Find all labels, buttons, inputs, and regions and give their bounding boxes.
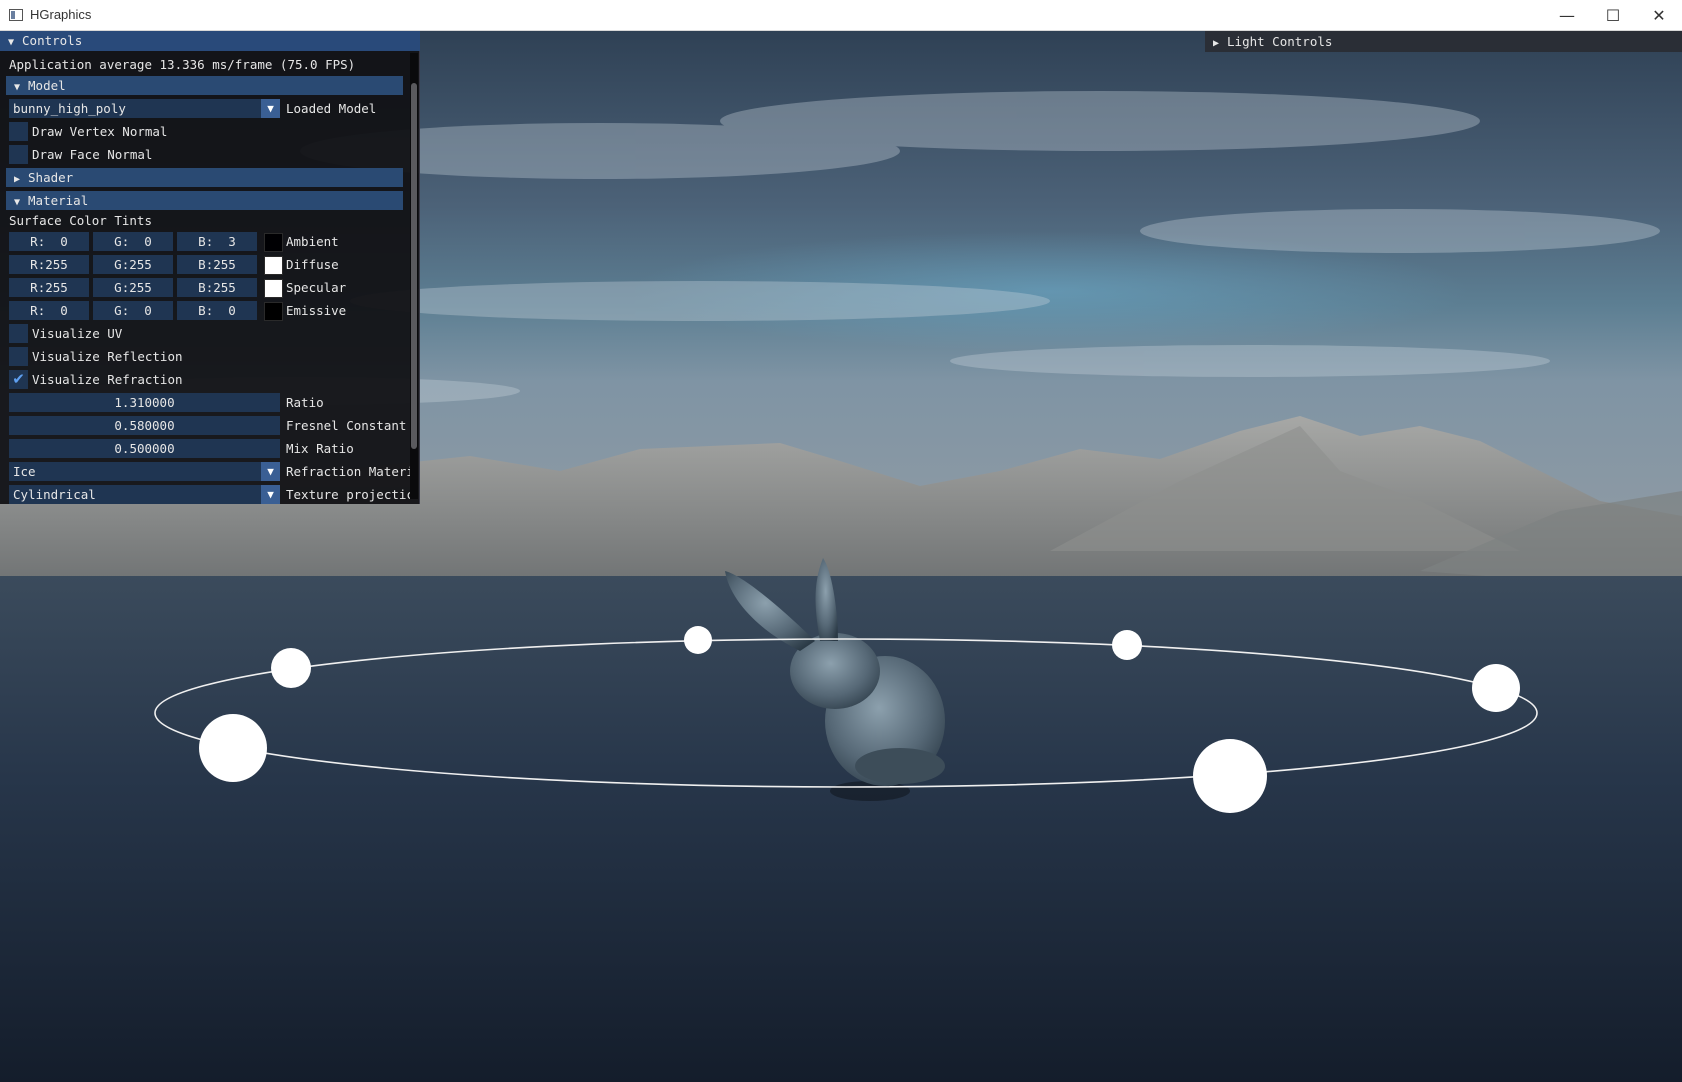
specular-label: Specular xyxy=(286,280,347,295)
collapse-arrow-icon[interactable]: ▼ xyxy=(8,33,14,53)
emissive-g-field[interactable]: G: 0 xyxy=(93,301,173,320)
ambient-b-field[interactable]: B: 3 xyxy=(177,232,257,251)
checkmark-icon: ✔ xyxy=(12,370,25,388)
close-icon[interactable]: ✕ xyxy=(1636,0,1682,30)
material-header-label: Material xyxy=(28,193,89,208)
window-titlebar: HGraphics — ☐ ✕ xyxy=(0,0,1682,31)
light-sphere[interactable] xyxy=(1193,739,1267,813)
specular-swatch[interactable] xyxy=(264,279,283,298)
specular-g-field[interactable]: G:255 xyxy=(93,278,173,297)
light-controls-title: Light Controls xyxy=(1227,34,1333,49)
emissive-r-field[interactable]: R: 0 xyxy=(9,301,89,320)
surface-color-tints-label: Surface Color Tints xyxy=(9,213,152,228)
light-controls-panel[interactable]: ▶ Light Controls xyxy=(1205,31,1682,52)
visualize-refraction-checkbox[interactable]: ✔ xyxy=(9,370,28,389)
expand-arrow-icon: ▶ xyxy=(14,174,21,185)
model-combo-label: Loaded Model xyxy=(286,101,377,116)
material-header[interactable]: ▼ Material xyxy=(6,191,403,210)
light-sphere[interactable] xyxy=(199,714,267,782)
draw-vertex-normal-label: Draw Vertex Normal xyxy=(32,124,168,139)
model-header-label: Model xyxy=(28,78,66,93)
shader-header[interactable]: ▶ Shader xyxy=(6,168,403,187)
diffuse-r-field[interactable]: R:255 xyxy=(9,255,89,274)
ambient-label: Ambient xyxy=(286,234,339,249)
light-sphere[interactable] xyxy=(1472,664,1520,712)
draw-face-normal-checkbox[interactable] xyxy=(9,145,28,164)
draw-face-normal-label: Draw Face Normal xyxy=(32,147,153,162)
expand-arrow-icon: ▼ xyxy=(14,82,21,93)
visualize-reflection-label: Visualize Reflection xyxy=(32,349,183,364)
light-sphere[interactable] xyxy=(1112,630,1142,660)
controls-panel: ▼ Controls Application average 13.336 ms/… xyxy=(0,31,420,504)
minimize-icon[interactable]: — xyxy=(1544,0,1590,30)
emissive-label: Emissive xyxy=(286,303,347,318)
texture-projection-value: Cylindrical xyxy=(13,487,96,502)
ambient-r-field[interactable]: R: 0 xyxy=(9,232,89,251)
dropdown-arrow-icon[interactable]: ▼ xyxy=(261,462,280,481)
model-header[interactable]: ▼ Model xyxy=(6,76,403,95)
visualize-uv-label: Visualize UV xyxy=(32,326,123,341)
controls-scrollbar[interactable] xyxy=(410,53,418,499)
mix-ratio-slider[interactable]: 0.500000 xyxy=(9,439,280,458)
diffuse-swatch[interactable] xyxy=(264,256,283,275)
diffuse-b-field[interactable]: B:255 xyxy=(177,255,257,274)
shader-header-label: Shader xyxy=(28,170,74,185)
ambient-g-field[interactable]: G: 0 xyxy=(93,232,173,251)
light-sphere[interactable] xyxy=(271,648,311,688)
texture-projection-label: Texture projectic xyxy=(286,487,410,502)
visualize-uv-checkbox[interactable] xyxy=(9,324,28,343)
specular-r-field[interactable]: R:255 xyxy=(9,278,89,297)
window-title: HGraphics xyxy=(30,7,92,22)
diffuse-g-field[interactable]: G:255 xyxy=(93,255,173,274)
draw-vertex-normal-checkbox[interactable] xyxy=(9,122,28,141)
fresnel-constant-label: Fresnel Constant xyxy=(286,418,407,433)
model-combo[interactable]: bunny_high_poly ▼ xyxy=(9,99,280,118)
maximize-icon[interactable]: ☐ xyxy=(1590,0,1636,30)
refraction-material-combo[interactable]: Ice ▼ xyxy=(9,462,280,481)
specular-b-field[interactable]: B:255 xyxy=(177,278,257,297)
ratio-slider[interactable]: 1.310000 xyxy=(9,393,280,412)
app-icon xyxy=(9,9,23,21)
expand-arrow-icon: ▼ xyxy=(14,197,21,208)
dropdown-arrow-icon[interactable]: ▼ xyxy=(261,485,280,504)
refraction-material-label: Refraction Materi xyxy=(286,464,410,479)
emissive-b-field[interactable]: B: 0 xyxy=(177,301,257,320)
model-combo-value: bunny_high_poly xyxy=(13,101,126,116)
controls-title-bar[interactable]: ▼ Controls xyxy=(0,31,420,51)
scrollbar-thumb[interactable] xyxy=(411,83,417,449)
expand-arrow-icon[interactable]: ▶ xyxy=(1213,33,1219,54)
controls-title: Controls xyxy=(22,33,83,48)
diffuse-label: Diffuse xyxy=(286,257,339,272)
refraction-material-value: Ice xyxy=(13,464,36,479)
dropdown-arrow-icon[interactable]: ▼ xyxy=(261,99,280,118)
ratio-label: Ratio xyxy=(286,395,324,410)
fps-text: Application average 13.336 ms/frame (75.… xyxy=(9,57,356,72)
texture-projection-combo[interactable]: Cylindrical ▼ xyxy=(9,485,280,504)
visualize-reflection-checkbox[interactable] xyxy=(9,347,28,366)
visualize-refraction-label: Visualize Refraction xyxy=(32,372,183,387)
light-sphere[interactable] xyxy=(684,626,712,654)
mix-ratio-label: Mix Ratio xyxy=(286,441,354,456)
ambient-swatch[interactable] xyxy=(264,233,283,252)
fresnel-constant-slider[interactable]: 0.580000 xyxy=(9,416,280,435)
emissive-swatch[interactable] xyxy=(264,302,283,321)
